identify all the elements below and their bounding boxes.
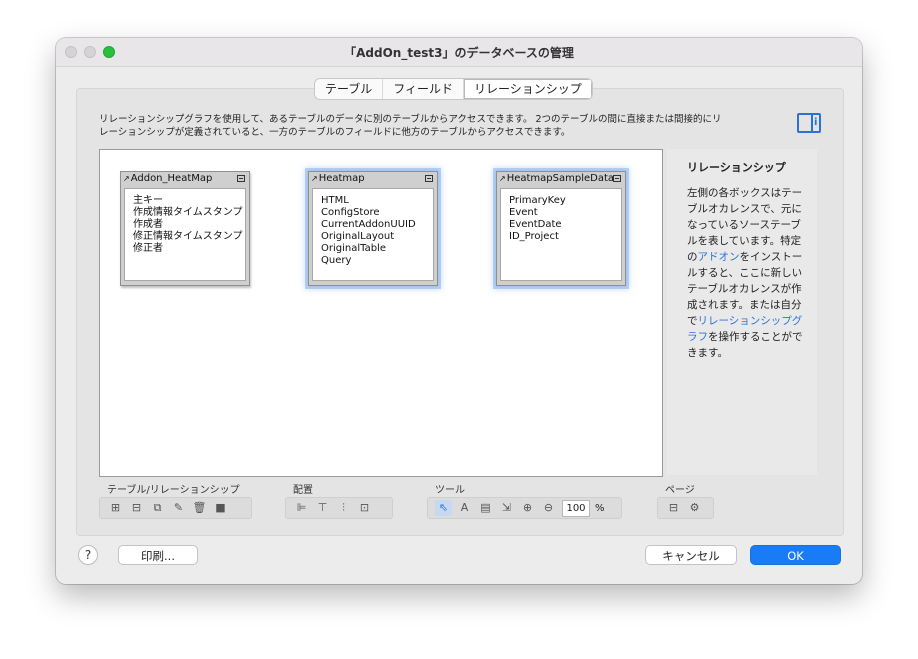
resize-icon[interactable]: ⊡ <box>356 500 373 516</box>
arrange-tools: ⊫ ⊤ ⫶ ⊡ <box>285 497 393 519</box>
field-item: ID_Project <box>509 231 559 242</box>
table-occurrence-name: Heatmap <box>318 173 365 184</box>
title-bar: 「AddOn_test3」のデータベースの管理 <box>56 38 862 67</box>
field-item: EventDate <box>509 219 562 230</box>
side-panel-title: リレーションシップ <box>687 161 786 174</box>
table-occurrence-heatmap[interactable]: ↗Heatmap HTML ConfigStore CurrentAddonUU… <box>308 171 438 286</box>
field-item: PrimaryKey <box>509 195 566 206</box>
arrow-icon: ↗ <box>311 174 318 183</box>
page-break-icon[interactable]: ⊟ <box>665 500 682 516</box>
toolbar-group-label: ページ <box>665 485 695 496</box>
toolbar-group-label: テーブル/リレーションシップ <box>107 485 240 496</box>
manage-database-window: 「AddOn_test3」のデータベースの管理 リレーションシップグラフを使用し… <box>56 38 862 584</box>
zoom-out-icon[interactable]: ⊖ <box>540 500 557 516</box>
arrow-icon: ↗ <box>123 174 130 183</box>
table-occurrence-field-list: 主キー 作成情報タイムスタンプ 作成者 修正情報タイムスタンプ 修正者 <box>124 188 246 281</box>
field-item: 修正情報タイムスタンプ <box>133 231 243 242</box>
tool-group: ⇖ A ▤ ⇲ ⊕ ⊖ 100 % <box>427 497 622 519</box>
relationships-description: リレーションシップグラフを使用して、あるテーブルのデータに別のテーブルからアクセ… <box>99 113 789 139</box>
page-tools: ⊟ ⚙ <box>657 497 714 519</box>
table-occurrence-name: HeatmapSampleData <box>506 173 615 184</box>
tab-tables[interactable]: テーブル <box>315 79 384 99</box>
table-relationship-tools: ⊞ ⊟ ⧉ ✎ 🗑 ■ <box>99 497 252 519</box>
ok-button[interactable]: OK <box>750 545 841 565</box>
addon-link[interactable]: アドオン <box>698 251 740 263</box>
align-left-icon[interactable]: ⊫ <box>293 500 310 516</box>
toolbar-group-label: ツール <box>435 485 465 496</box>
note-icon[interactable]: ■ <box>212 500 229 516</box>
tab-relationships[interactable]: リレーションシップ <box>464 79 592 99</box>
field-item: CurrentAddonUUID <box>321 219 416 230</box>
field-item: HTML <box>321 195 349 206</box>
add-relationship-icon[interactable]: ⊟ <box>128 500 145 516</box>
info-side-panel: リレーションシップ 左側の各ボックスはテーブルオカレンスで、元になっているソース… <box>667 149 817 475</box>
field-item: 主キー <box>133 195 163 206</box>
field-item: ConfigStore <box>321 207 380 218</box>
zoom-unit: % <box>595 502 605 514</box>
field-item: Event <box>509 207 538 218</box>
table-occurrence-name: Addon_HeatMap <box>130 173 213 184</box>
relationship-graph[interactable]: ↗Addon_HeatMap 主キー 作成情報タイムスタンプ 作成者 修正情報タ… <box>99 149 663 477</box>
duplicate-icon[interactable]: ⧉ <box>149 500 166 516</box>
side-panel-text: 左側の各ボックスはテーブルオカレンスで、元になっているソーステーブルを表していま… <box>687 185 805 361</box>
table-occurrence-field-list: HTML ConfigStore CurrentAddonUUID Origin… <box>312 188 434 281</box>
window-title: 「AddOn_test3」のデータベースの管理 <box>344 46 574 60</box>
table-occurrence-heatmap-sample-data[interactable]: ↗HeatmapSampleData PrimaryKey Event Even… <box>496 171 626 286</box>
delete-trash-icon[interactable]: 🗑 <box>191 500 208 516</box>
zoom-level-input[interactable]: 100 <box>562 499 590 517</box>
field-item: Query <box>321 255 352 266</box>
arrow-icon: ↗ <box>499 174 506 183</box>
table-occurrence-header: ↗HeatmapSampleData <box>497 172 625 186</box>
zoom-in-icon[interactable]: ⊕ <box>519 500 536 516</box>
distribute-icon[interactable]: ⫶ <box>335 500 352 516</box>
relationships-panel: リレーションシップグラフを使用して、あるテーブルのデータに別のテーブルからアクセ… <box>76 88 844 536</box>
cancel-button[interactable]: キャンセル <box>645 545 737 565</box>
description-line-1: リレーションシップグラフを使用して、あるテーブルのデータに別のテーブルからアクセ… <box>99 114 722 125</box>
align-top-icon[interactable]: ⊤ <box>314 500 331 516</box>
help-button[interactable]: ? <box>78 545 98 565</box>
tab-fields[interactable]: フィールド <box>383 79 465 99</box>
field-tool-icon[interactable]: ▤ <box>477 500 494 516</box>
collapse-icon[interactable] <box>613 175 621 182</box>
field-item: OriginalLayout <box>321 231 395 242</box>
table-occurrence-addon-heatmap[interactable]: ↗Addon_HeatMap 主キー 作成情報タイムスタンプ 作成者 修正情報タ… <box>120 171 250 286</box>
print-button[interactable]: 印刷... <box>118 545 198 565</box>
pointer-tool-icon[interactable]: ⇖ <box>435 500 452 516</box>
collapse-icon[interactable] <box>425 175 433 182</box>
field-item: 作成者 <box>133 219 163 230</box>
edit-pencil-icon[interactable]: ✎ <box>170 500 187 516</box>
toggle-info-panel-icon[interactable]: i <box>797 113 821 133</box>
collapse-icon[interactable] <box>237 175 245 182</box>
table-occurrence-header: ↗Addon_HeatMap <box>121 172 249 186</box>
field-item: 修正者 <box>133 243 163 254</box>
text-tool-icon[interactable]: A <box>456 500 473 516</box>
field-item: OriginalTable <box>321 243 386 254</box>
field-item: 作成情報タイムスタンプ <box>133 207 243 218</box>
toolbar-group-label: 配置 <box>293 485 313 496</box>
table-occurrence-header: ↗Heatmap <box>309 172 437 186</box>
page-setup-icon[interactable]: ⚙ <box>686 500 703 516</box>
add-table-icon[interactable]: ⊞ <box>107 500 124 516</box>
table-occurrence-field-list: PrimaryKey Event EventDate ID_Project <box>500 188 622 281</box>
select-arrow-icon[interactable]: ⇲ <box>498 500 515 516</box>
description-line-2: レーションシップが定義されていると、一方のテーブルのフィールドに他方のテーブルか… <box>99 127 571 138</box>
tab-bar: テーブル フィールド リレーションシップ <box>314 78 593 100</box>
